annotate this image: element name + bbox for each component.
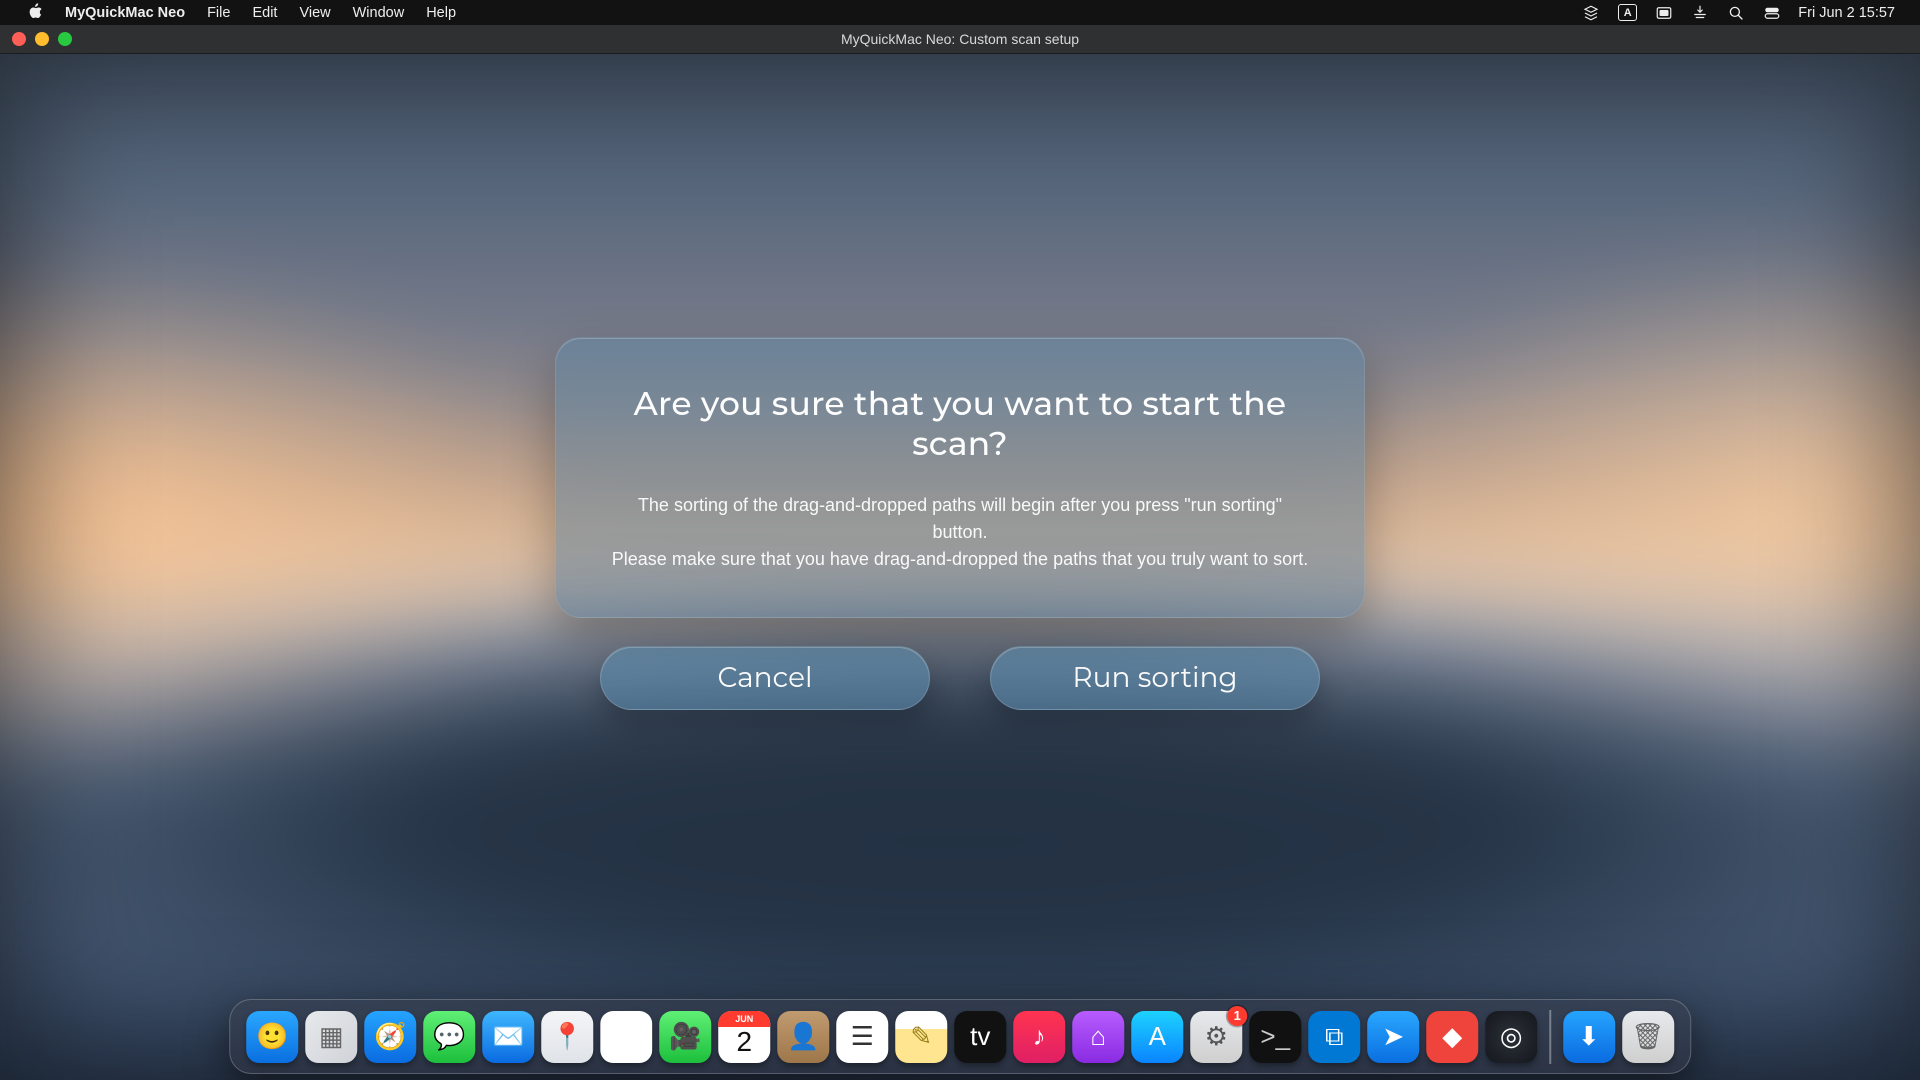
dialog-button-row: Cancel Run sorting xyxy=(600,646,1320,710)
status-extra-icon[interactable] xyxy=(1682,4,1718,22)
menu-file[interactable]: File xyxy=(196,5,241,21)
menu-window[interactable]: Window xyxy=(342,5,416,21)
status-control-center[interactable] xyxy=(1754,4,1790,22)
menu-extra-icon xyxy=(1691,4,1709,22)
dock-icon-mail[interactable]: ✉️ xyxy=(482,1011,534,1063)
dock-icon-calendar[interactable]: JUN2 xyxy=(718,1011,770,1063)
dock-icon-finder[interactable]: 🙂 xyxy=(246,1011,298,1063)
control-center-icon xyxy=(1763,4,1781,22)
vscode-icon: ⧉ xyxy=(1325,1021,1344,1053)
messages-icon: 💬 xyxy=(433,1021,465,1052)
anydesk-icon: ◆ xyxy=(1442,1021,1462,1052)
menu-view[interactable]: View xyxy=(288,5,341,21)
search-icon xyxy=(1727,4,1745,22)
window-minimize-button[interactable] xyxy=(35,32,49,46)
stage-manager-icon xyxy=(1655,4,1673,22)
mail-icon: ✉️ xyxy=(492,1021,524,1052)
terminal-icon: >_ xyxy=(1260,1021,1290,1052)
window-close-button[interactable] xyxy=(12,32,26,46)
dock-icon-contacts[interactable]: 👤 xyxy=(777,1011,829,1063)
app-window: MyQuickMac Neo: Custom scan setup Are yo… xyxy=(0,25,1920,1080)
traffic-lights xyxy=(12,32,72,46)
menu-help[interactable]: Help xyxy=(415,5,467,21)
input-source-icon: A xyxy=(1618,4,1637,21)
run-sorting-button[interactable]: Run sorting xyxy=(990,646,1320,710)
dock-icon-podcasts[interactable]: ⌂ xyxy=(1072,1011,1124,1063)
dock-icon-photos[interactable] xyxy=(600,1011,652,1063)
music-icon: ♪ xyxy=(1033,1021,1046,1052)
calendar-month-label: JUN xyxy=(718,1011,770,1027)
dock-icon-notes[interactable]: ✎ xyxy=(895,1011,947,1063)
dock-badge-settings: 1 xyxy=(1227,1006,1247,1026)
tray-app-icon xyxy=(1582,4,1600,22)
dock-icon-maps[interactable]: 📍 xyxy=(541,1011,593,1063)
status-tray-app-icon[interactable] xyxy=(1573,4,1609,22)
appicon-icon: ◎ xyxy=(1500,1021,1523,1052)
status-input-source[interactable]: A xyxy=(1609,4,1646,21)
menu-edit[interactable]: Edit xyxy=(241,5,288,21)
window-title: MyQuickMac Neo: Custom scan setup xyxy=(841,31,1079,47)
contacts-icon: 👤 xyxy=(787,1021,819,1052)
apple-menu[interactable] xyxy=(16,3,54,23)
dock-separator xyxy=(1549,1010,1551,1064)
dock-icon-tv[interactable]: tv xyxy=(954,1011,1006,1063)
dock-icon-safari[interactable]: 🧭 xyxy=(364,1011,416,1063)
status-stage-manager[interactable] xyxy=(1646,4,1682,22)
dock-icon-downloads[interactable]: ⬇︎ xyxy=(1563,1011,1615,1063)
dialog-heading: Are you sure that you want to start the … xyxy=(608,384,1312,464)
cancel-button[interactable]: Cancel xyxy=(600,646,930,710)
dock-icon-reminders[interactable]: ☰ xyxy=(836,1011,888,1063)
telegram-icon: ➤ xyxy=(1382,1021,1404,1052)
dock-icon-appicon[interactable]: ◎ xyxy=(1485,1011,1537,1063)
dock-icon-telegram[interactable]: ➤ xyxy=(1367,1011,1419,1063)
settings-icon: ⚙︎ xyxy=(1205,1021,1228,1052)
dock-icon-terminal[interactable]: >_ xyxy=(1249,1011,1301,1063)
dock-icon-settings[interactable]: ⚙︎1 xyxy=(1190,1011,1242,1063)
trash-icon: 🗑 xyxy=(1631,1021,1664,1052)
dock: 🙂 ▦ 🧭 💬 ✉️ 📍 🎥 JUN2 👤 ☰ ✎ tv ♪ ⌂ A ⚙︎1 >_ ⧉ ➤ ◆ ◎ ⬇︎ 🗑 xyxy=(229,999,1691,1074)
launchpad-icon: ▦ xyxy=(319,1021,344,1052)
app-menu[interactable]: MyQuickMac Neo xyxy=(54,5,196,21)
dock-icon-vscode[interactable]: ⧉ xyxy=(1308,1011,1360,1063)
apple-logo-icon xyxy=(27,3,43,19)
macos-menubar: MyQuickMac Neo File Edit View Window Hel… xyxy=(0,0,1920,25)
reminders-icon: ☰ xyxy=(851,1021,874,1052)
calendar-day-label: 2 xyxy=(736,1026,752,1058)
status-spotlight[interactable] xyxy=(1718,4,1754,22)
safari-icon: 🧭 xyxy=(374,1021,406,1052)
dock-icon-anydesk[interactable]: ◆ xyxy=(1426,1011,1478,1063)
window-content: Are you sure that you want to start the … xyxy=(0,54,1920,1080)
window-titlebar: MyQuickMac Neo: Custom scan setup xyxy=(0,25,1920,54)
facetime-icon: 🎥 xyxy=(669,1021,701,1052)
podcasts-icon: ⌂ xyxy=(1090,1021,1106,1052)
dock-icon-launchpad[interactable]: ▦ xyxy=(305,1011,357,1063)
status-datetime[interactable]: Fri Jun 2 15:57 xyxy=(1790,5,1904,21)
dock-icon-messages[interactable]: 💬 xyxy=(423,1011,475,1063)
dock-icon-appstore[interactable]: A xyxy=(1131,1011,1183,1063)
dialog-body-line-1: The sorting of the drag-and-dropped path… xyxy=(608,492,1312,546)
maps-icon: 📍 xyxy=(551,1021,583,1052)
finder-icon: 🙂 xyxy=(256,1021,288,1052)
dock-icon-facetime[interactable]: 🎥 xyxy=(659,1011,711,1063)
dialog-card: Are you sure that you want to start the … xyxy=(555,337,1365,618)
window-zoom-button[interactable] xyxy=(58,32,72,46)
dock-icon-music[interactable]: ♪ xyxy=(1013,1011,1065,1063)
dock-icon-trash[interactable]: 🗑 xyxy=(1622,1011,1674,1063)
confirm-dialog: Are you sure that you want to start the … xyxy=(0,54,1920,1036)
dialog-body-line-2: Please make sure that you have drag-and-… xyxy=(608,546,1312,573)
tv-icon: tv xyxy=(970,1021,990,1052)
appstore-icon: A xyxy=(1149,1021,1166,1052)
dock-tray: 🙂 ▦ 🧭 💬 ✉️ 📍 🎥 JUN2 👤 ☰ ✎ tv ♪ ⌂ A ⚙︎1 >_ ⧉ ➤ ◆ ◎ ⬇︎ 🗑 xyxy=(229,999,1691,1074)
downloads-icon: ⬇︎ xyxy=(1578,1021,1600,1052)
notes-icon: ✎ xyxy=(910,1021,932,1052)
